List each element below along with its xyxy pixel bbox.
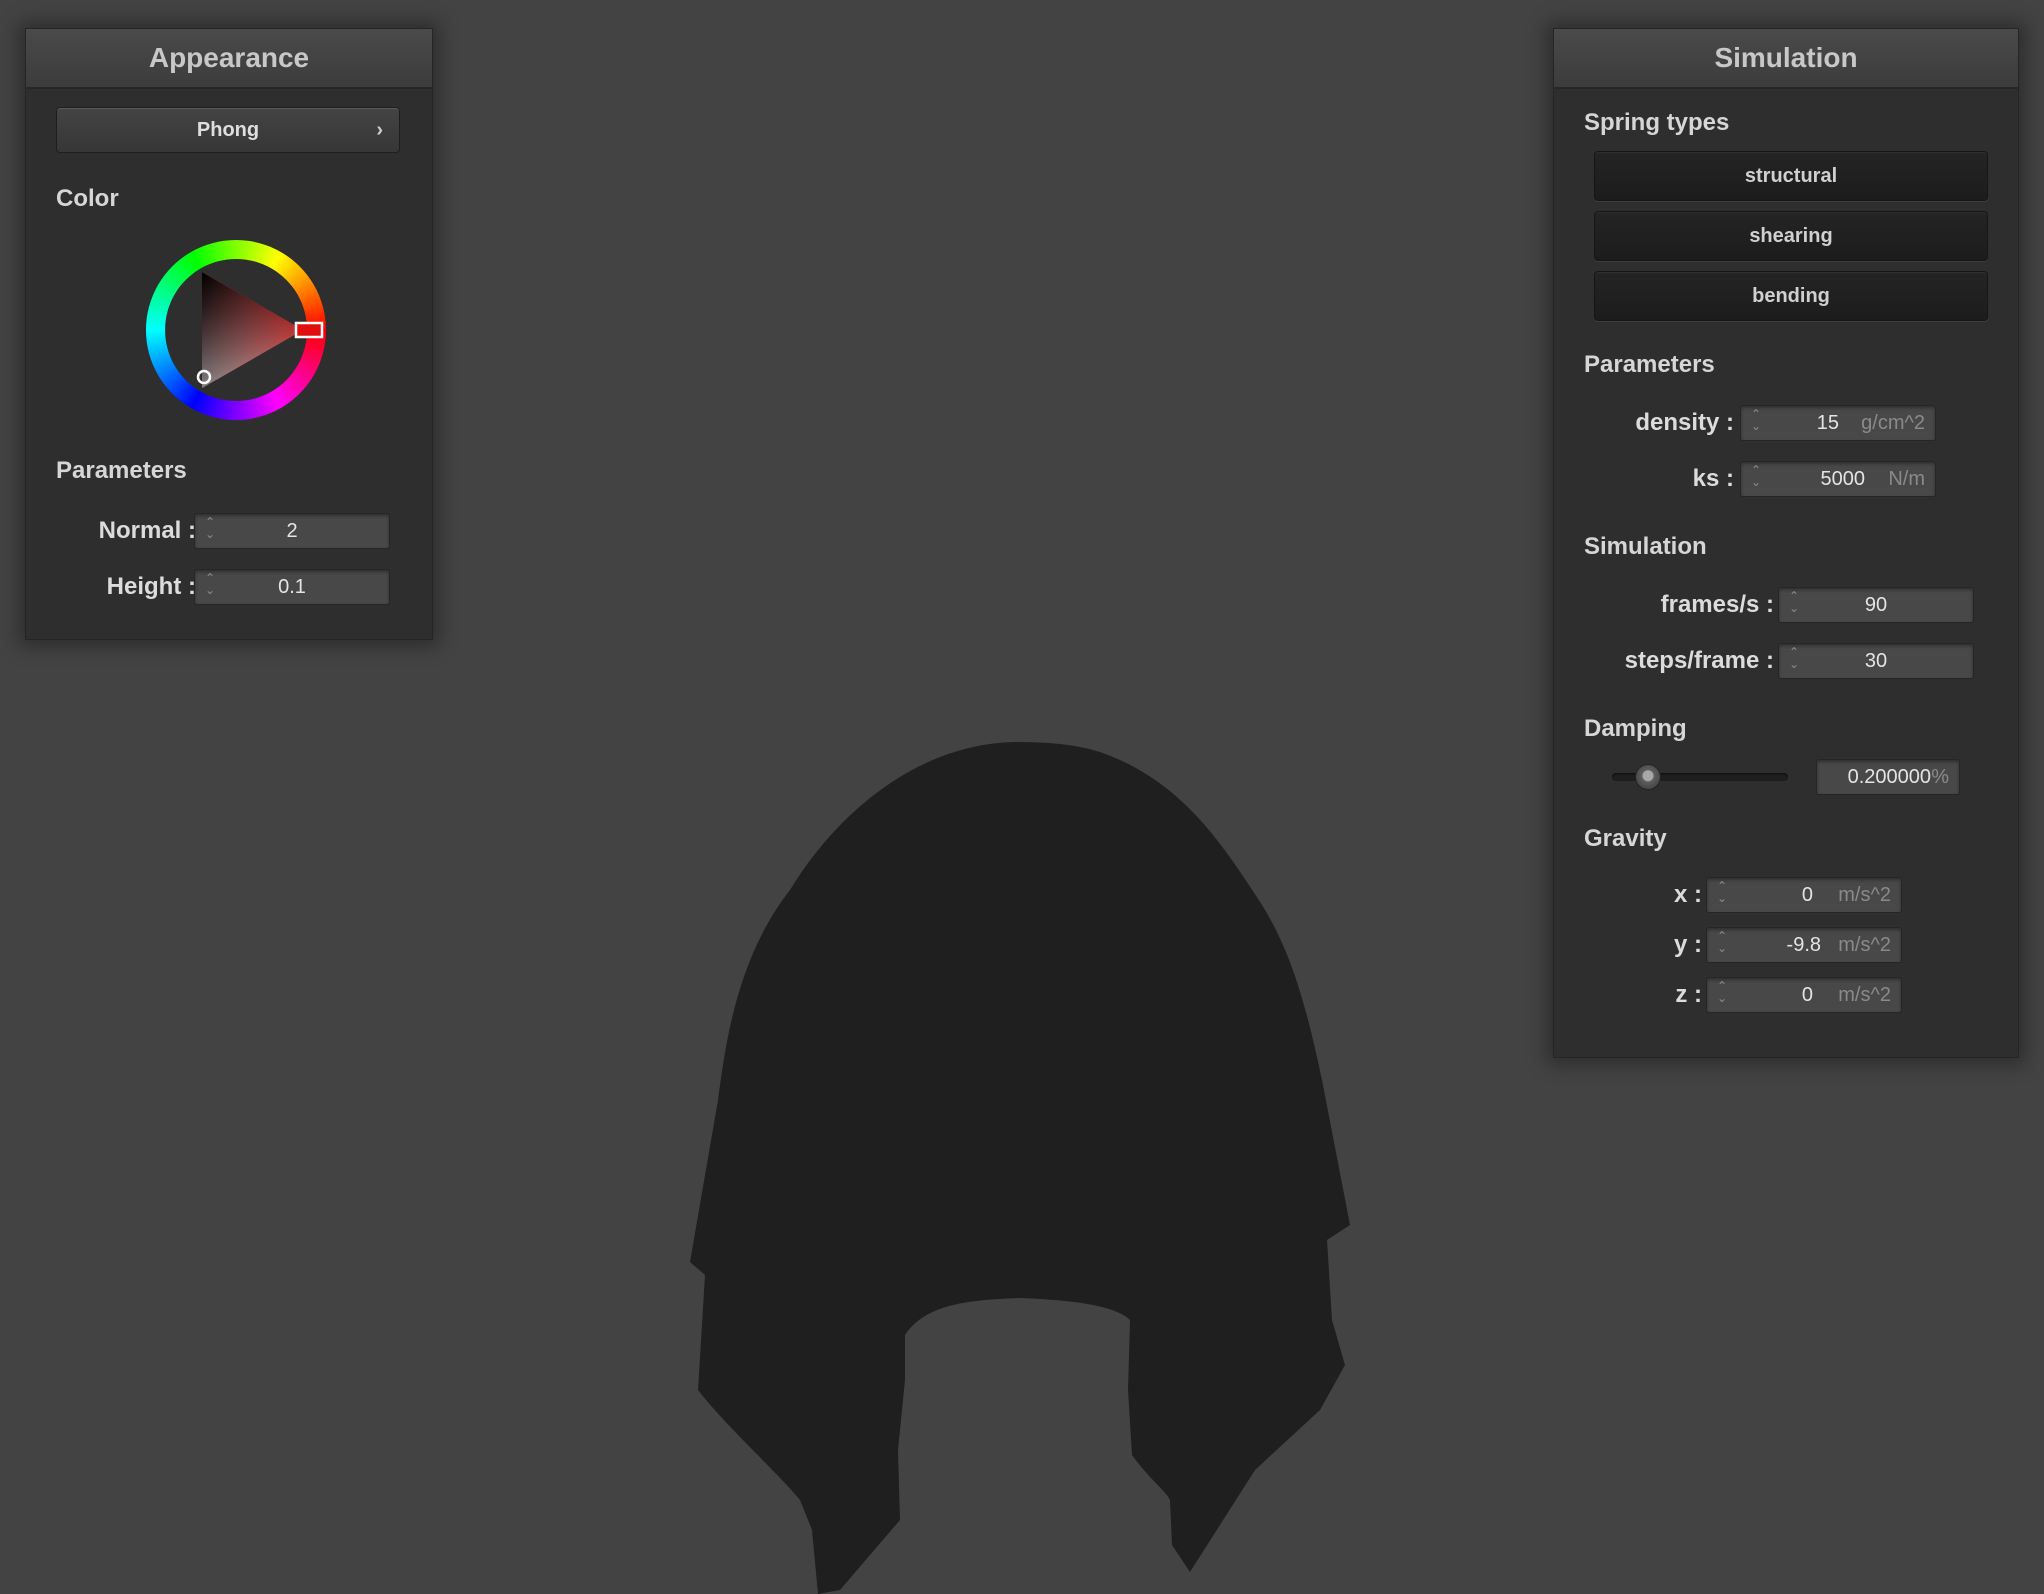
spinbox-arrows-icon[interactable]: ⌃ ⌄ xyxy=(1749,464,1763,494)
simulation-panel: Simulation Spring types structural shear… xyxy=(1553,28,2019,1058)
gravity-title: Gravity xyxy=(1584,825,1667,852)
spinbox-arrows-icon[interactable]: ⌃ ⌄ xyxy=(1715,880,1729,910)
gravity-x-spinbox[interactable]: ⌃ ⌄ 0 m/s^2 xyxy=(1706,877,1902,913)
gravity-x-unit: m/s^2 xyxy=(1838,884,1891,906)
color-section-title: Color xyxy=(56,185,119,212)
shading-model-button[interactable]: Phong › xyxy=(56,107,400,153)
frames-per-s-value: 90 xyxy=(1864,594,1888,616)
density-unit: g/cm^2 xyxy=(1861,412,1925,434)
density-spinbox[interactable]: ⌃ ⌄ 15 g/cm^2 xyxy=(1740,405,1936,441)
damping-value-box[interactable]: 0.200000 % xyxy=(1816,759,1960,795)
density-value: 15 xyxy=(1816,412,1839,434)
gravity-y-spinbox[interactable]: ⌃ ⌄ -9.8 m/s^2 xyxy=(1706,927,1902,963)
normal-spinbox[interactable]: ⌃ ⌄ 2 xyxy=(194,513,390,549)
gravity-x-label: x : xyxy=(1673,881,1702,908)
appearance-parameters-title: Parameters xyxy=(56,457,187,484)
gravity-z-spinbox[interactable]: ⌃ ⌄ 0 m/s^2 xyxy=(1706,977,1902,1013)
spinbox-arrows-icon[interactable]: ⌃ ⌄ xyxy=(1715,980,1729,1010)
gravity-z-value: 0 xyxy=(1801,984,1813,1006)
appearance-panel-title: Appearance xyxy=(26,29,432,89)
ks-unit: N/m xyxy=(1888,468,1925,490)
gravity-z-label: z : xyxy=(1675,981,1702,1008)
shading-model-label: Phong xyxy=(196,119,260,141)
ks-label: ks : xyxy=(1692,465,1734,492)
frames-per-s-label: frames/s : xyxy=(1660,591,1774,618)
height-spinbox[interactable]: ⌃ ⌄ 0.1 xyxy=(194,569,390,605)
color-wheel-graphic xyxy=(145,240,326,420)
simulation-parameters-title: Parameters xyxy=(1584,351,1715,378)
gravity-y-label: y : xyxy=(1673,931,1702,958)
spring-types-title: Spring types xyxy=(1584,109,1730,136)
hue-marker xyxy=(294,321,324,339)
spinbox-arrows-icon[interactable]: ⌃ ⌄ xyxy=(1749,408,1763,438)
normal-label: Normal : xyxy=(98,517,196,544)
damping-value: 0.200000 xyxy=(1847,766,1931,788)
appearance-panel: Appearance Phong › Color Parameters Norm… xyxy=(25,28,433,640)
ks-spinbox[interactable]: ⌃ ⌄ 5000 N/m xyxy=(1740,461,1936,497)
ks-value: 5000 xyxy=(1820,468,1866,490)
steps-per-frame-label: steps/frame : xyxy=(1624,647,1774,674)
color-wheel[interactable] xyxy=(141,235,331,425)
shearing-spring-button[interactable]: shearing xyxy=(1594,211,1988,261)
frames-per-s-spinbox[interactable]: ⌃ ⌄ 90 xyxy=(1778,587,1974,623)
gravity-y-value: -9.8 xyxy=(1786,934,1821,956)
height-value: 0.1 xyxy=(278,576,306,598)
damping-unit: % xyxy=(1931,766,1949,788)
gravity-y-unit: m/s^2 xyxy=(1838,934,1891,956)
gravity-z-unit: m/s^2 xyxy=(1838,984,1891,1006)
simulation-section-title: Simulation xyxy=(1584,533,1707,560)
damping-title: Damping xyxy=(1584,715,1687,742)
simulation-panel-title: Simulation xyxy=(1554,29,2018,89)
gravity-x-value: 0 xyxy=(1801,884,1813,906)
steps-per-frame-spinbox[interactable]: ⌃ ⌄ 30 xyxy=(1778,643,1974,679)
steps-per-frame-value: 30 xyxy=(1864,650,1888,672)
height-label: Height : xyxy=(106,573,196,600)
normal-value: 2 xyxy=(286,520,298,542)
density-label: density : xyxy=(1635,409,1734,436)
bending-spring-button[interactable]: bending xyxy=(1594,271,1988,321)
damping-slider-knob[interactable] xyxy=(1635,764,1662,790)
chevron-right-icon: › xyxy=(376,119,383,141)
structural-spring-button[interactable]: structural xyxy=(1594,151,1988,201)
spinbox-arrows-icon[interactable]: ⌃ ⌄ xyxy=(1715,930,1729,960)
